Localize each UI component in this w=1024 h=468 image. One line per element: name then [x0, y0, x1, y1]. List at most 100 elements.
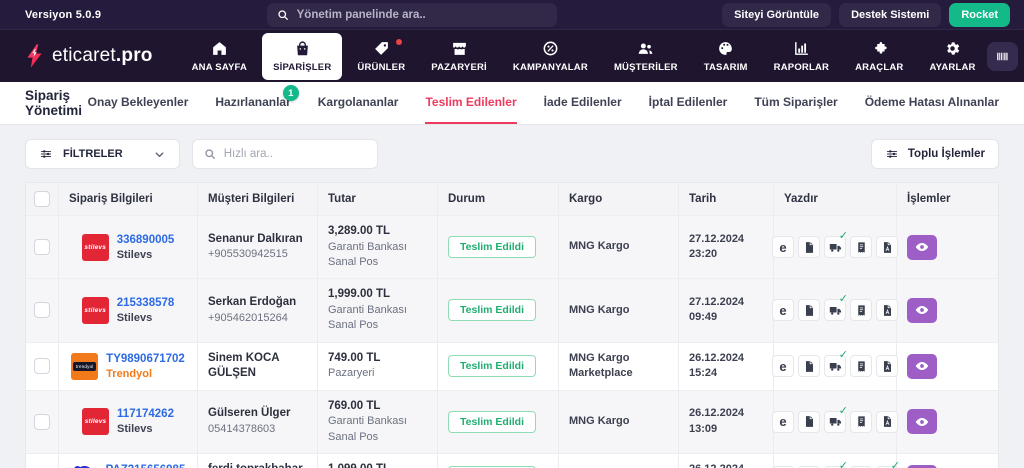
- brand-logo[interactable]: eticaret.pro: [25, 43, 153, 69]
- receipt-print-button[interactable]: [850, 411, 872, 433]
- receipt-print-button[interactable]: [850, 355, 872, 377]
- e-invoice-print-button[interactable]: e: [772, 411, 794, 433]
- nav-item-araclar[interactable]: ARAÇLAR: [844, 33, 914, 80]
- column-header-print: Yazdır: [774, 183, 897, 216]
- e-invoice-print-button[interactable]: e: [772, 355, 794, 377]
- check-icon: ✓: [891, 459, 900, 468]
- nav-item-kampanyalar[interactable]: KAMPANYALAR: [502, 33, 599, 80]
- file-icon: [803, 360, 816, 373]
- filters-button[interactable]: FİLTRELER: [25, 139, 180, 169]
- table-row: stilevs 336890005 Stilevs Senanur Dalkır…: [26, 216, 998, 279]
- row-checkbox[interactable]: [34, 358, 50, 374]
- main-navigation: eticaret.pro ANA SAYFA SİPARİŞLER ÜRÜNLE…: [0, 30, 1024, 82]
- nav-item-siparisler[interactable]: SİPARİŞLER: [262, 33, 342, 80]
- status-badge: Teslim Edildi: [448, 236, 536, 258]
- order-status-tabs: Onay Bekleyenler Hazırlananlar1 Kargolan…: [88, 82, 999, 124]
- customer-name: Senanur Dalkıran: [208, 232, 307, 248]
- nav-menu: ANA SAYFA SİPARİŞLER ÜRÜNLER PAZARYERİ K…: [181, 33, 987, 80]
- order-number-link[interactable]: 336890005: [117, 234, 175, 246]
- tab-iade-edilenler[interactable]: İade Edilenler: [544, 82, 622, 124]
- support-system-button[interactable]: Destek Sistemi: [839, 3, 941, 27]
- tab-count-badge: 1: [283, 85, 299, 101]
- admin-search-input[interactable]: [297, 9, 547, 21]
- document-print-button[interactable]: [798, 355, 820, 377]
- barcode-button[interactable]: [987, 42, 1018, 71]
- tab-tum-siparisler[interactable]: Tüm Siparişler: [754, 82, 837, 124]
- eye-icon: [915, 303, 929, 317]
- nav-item-ana-sayfa[interactable]: ANA SAYFA: [181, 33, 258, 80]
- e-invoice-print-button[interactable]: e: [772, 299, 794, 321]
- order-number-link[interactable]: 215338578: [117, 297, 175, 309]
- shipping-label-print-button[interactable]: ✓: [824, 299, 846, 321]
- receipt-print-button[interactable]: [850, 236, 872, 258]
- pdf-print-button[interactable]: [876, 299, 898, 321]
- bulk-actions-button[interactable]: Toplu İşlemler: [871, 139, 999, 169]
- pdf-print-button[interactable]: [876, 411, 898, 433]
- order-number-link[interactable]: TY9890671702: [106, 353, 185, 365]
- nav-item-urunler[interactable]: ÜRÜNLER: [346, 33, 416, 80]
- lightning-bolt-icon: [25, 43, 45, 69]
- order-date: 26.12.2024 00:43: [679, 454, 774, 468]
- stilevs-logo: stilevs: [82, 408, 109, 435]
- home-icon: [211, 40, 228, 57]
- column-header-actions: İşlemler: [897, 183, 998, 216]
- shipping-label-print-button[interactable]: ✓: [824, 236, 846, 258]
- file-icon: [803, 241, 816, 254]
- nav-item-ayarlar[interactable]: AYARLAR: [918, 33, 986, 80]
- trendyol-logo: trendyol: [71, 353, 98, 380]
- truck-icon: [829, 304, 842, 317]
- quick-search-box[interactable]: [192, 139, 378, 169]
- document-print-button[interactable]: [798, 411, 820, 433]
- row-checkbox[interactable]: [34, 302, 50, 318]
- customer-phone: +905462015264: [208, 311, 307, 326]
- search-icon: [204, 148, 216, 160]
- rocket-button[interactable]: Rocket: [949, 3, 1010, 27]
- column-header-cargo: Kargo: [559, 183, 679, 216]
- view-site-button[interactable]: Siteyi Görüntüle: [722, 3, 831, 27]
- page-subheader: Sipariş Yönetimi Onay Bekleyenler Hazırl…: [0, 82, 1024, 125]
- palette-icon: [717, 40, 734, 57]
- column-header-status: Durum: [438, 183, 559, 216]
- order-number-link[interactable]: PAZ215656985: [106, 464, 186, 468]
- document-print-button[interactable]: [798, 236, 820, 258]
- check-icon: ✓: [839, 348, 848, 361]
- document-print-button[interactable]: [798, 299, 820, 321]
- tab-onay-bekleyenler[interactable]: Onay Bekleyenler: [88, 82, 189, 124]
- view-order-button[interactable]: [907, 409, 937, 434]
- view-order-button[interactable]: [907, 298, 937, 323]
- order-source-label: Stilevs: [117, 423, 174, 435]
- tab-teslim-edilenler[interactable]: Teslim Edilenler: [425, 82, 516, 124]
- quick-search-input[interactable]: [224, 148, 366, 160]
- e-invoice-icon: e: [779, 241, 786, 254]
- view-order-button[interactable]: [907, 235, 937, 260]
- row-checkbox[interactable]: [34, 239, 50, 255]
- check-icon: ✓: [839, 292, 848, 305]
- tab-odeme-hatasi[interactable]: Ödeme Hatası Alınanlar: [865, 82, 999, 124]
- nav-item-tasarim[interactable]: TASARIM: [693, 33, 759, 80]
- payment-method: Garanti Bankası Sanal Pos: [328, 303, 427, 334]
- row-checkbox[interactable]: [34, 414, 50, 430]
- tab-iptal-edilenler[interactable]: İptal Edilenler: [649, 82, 728, 124]
- pdf-print-button[interactable]: [876, 355, 898, 377]
- nav-item-musteriler[interactable]: MÜŞTERİLER: [603, 33, 689, 80]
- pdf-print-button[interactable]: [876, 236, 898, 258]
- order-source-label: Stilevs: [117, 312, 175, 324]
- receipt-print-button[interactable]: [850, 299, 872, 321]
- shipping-label-print-button[interactable]: ✓: [824, 355, 846, 377]
- nav-item-raporlar[interactable]: RAPORLAR: [763, 33, 840, 80]
- nav-item-pazaryeri[interactable]: PAZARYERİ: [420, 33, 498, 80]
- order-date: 27.12.2024 09:49: [679, 279, 774, 342]
- admin-search-box[interactable]: [267, 3, 557, 27]
- order-amount: 749.00 TL: [328, 351, 427, 367]
- e-invoice-icon: e: [779, 304, 786, 317]
- tab-hazirlananlar[interactable]: Hazırlananlar1: [215, 82, 290, 124]
- order-number-link[interactable]: 117174262: [117, 408, 174, 420]
- select-all-checkbox[interactable]: [34, 191, 50, 207]
- check-icon: ✓: [839, 229, 848, 242]
- tab-kargolananlar[interactable]: Kargolananlar: [318, 82, 399, 124]
- shipping-label-print-button[interactable]: ✓: [824, 411, 846, 433]
- e-invoice-print-button[interactable]: e: [772, 236, 794, 258]
- barcode-icon: [995, 49, 1010, 64]
- view-order-button[interactable]: [907, 354, 937, 379]
- customer-name: Sinem KOCA GÜLŞEN: [208, 351, 307, 382]
